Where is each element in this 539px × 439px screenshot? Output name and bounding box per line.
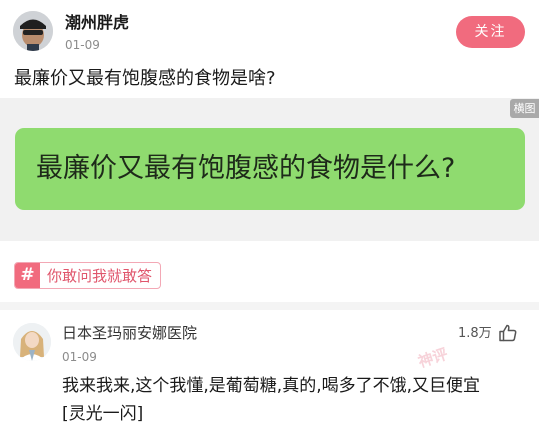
comment-date: 01-09	[62, 350, 97, 364]
chat-bubble: 最廉价又最有饱腹感的食物是什么?	[15, 128, 525, 210]
commenter-name[interactable]: 日本圣玛丽安娜医院	[62, 322, 197, 344]
thumbs-up-icon[interactable]	[498, 323, 518, 343]
post-image[interactable]: 横图 最廉价又最有饱腹感的食物是什么?	[0, 98, 539, 241]
post-detail-page: 潮州胖虎 01-09 关注 最廉价又最有饱腹感的食物是啥? 横图 最廉价又最有饱…	[0, 0, 539, 439]
like-count: 1.8万	[458, 326, 492, 341]
author-name[interactable]: 潮州胖虎	[65, 12, 129, 34]
post-header: 潮州胖虎 01-09 关注	[0, 0, 539, 64]
hashtag-icon: #	[15, 263, 40, 288]
post-question: 最廉价又最有饱腹感的食物是啥?	[14, 68, 276, 89]
comment-text: 我来我来,这个我懂,是葡萄糖,真的,喝多了不饿,又巨便宜[灵光一闪]	[62, 376, 481, 424]
author-avatar[interactable]	[13, 11, 53, 51]
follow-button[interactable]: 关注	[456, 16, 525, 48]
commenter-avatar[interactable]	[13, 323, 51, 361]
bubble-text: 最廉价又最有饱腹感的食物是什么?	[36, 153, 456, 184]
image-type-badge: 横图	[510, 99, 539, 118]
post-date: 01-09	[65, 38, 100, 52]
topic-label: 你敢问我就敢答	[47, 267, 153, 285]
section-divider	[0, 302, 539, 310]
topic-tag[interactable]: # 你敢问我就敢答	[14, 262, 162, 289]
